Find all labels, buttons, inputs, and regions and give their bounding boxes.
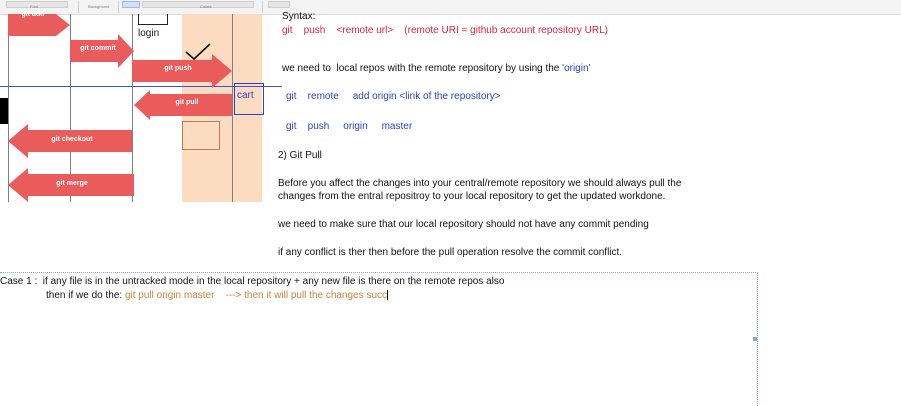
- ribbon-separator: [118, 1, 119, 13]
- git-push-label: git push: [164, 65, 192, 72]
- case1-line-1: Case 1 : if any file is in the untracked…: [0, 276, 505, 287]
- ribbon-separator: [78, 1, 79, 13]
- syntax-heading: Syntax:: [282, 11, 316, 22]
- git-add-label: git add: [21, 11, 45, 18]
- origin-keyword: 'origin': [562, 63, 591, 74]
- remote-add-command: git remote add origin <link of the repos…: [286, 91, 501, 102]
- ribbon-group-background-label: Background: [88, 4, 110, 9]
- git-pull-heading: 2) Git Pull: [278, 150, 322, 161]
- remote-intro-line: we need to local repos with the remote r…: [282, 63, 590, 74]
- login-box: [138, 14, 168, 25]
- ribbon-group-font-label: Font: [30, 4, 39, 9]
- text-cursor: [387, 290, 389, 301]
- git-merge-label: git merge: [56, 180, 88, 187]
- pull-origin-command: git pull origin master ---> then it will…: [124, 290, 388, 301]
- git-pull-label: git pull: [175, 99, 199, 106]
- pull-paragraph-line-2: changes from the entral repositroy to yo…: [278, 191, 666, 202]
- color-palette[interactable]: [142, 1, 254, 8]
- lane-line: [232, 14, 233, 202]
- git-commit-label: git commit: [80, 45, 116, 52]
- push-syntax-line: git push <remote url> (remote URI = gith…: [282, 25, 608, 36]
- case1-line-2: then if we do the: git pull origin maste…: [46, 290, 389, 301]
- push-origin-command: git push origin master: [286, 121, 413, 132]
- git-checkout-label: git checkout: [51, 136, 93, 143]
- resize-handle[interactable]: [753, 337, 757, 341]
- case1-prefix: then if we do the:: [46, 290, 125, 301]
- no-commit-pending-note: we need to make sure that our local repo…: [278, 219, 649, 230]
- login-label: login: [138, 28, 160, 39]
- ribbon-group-colors-label: Colors: [200, 4, 212, 9]
- file-box: [182, 121, 220, 150]
- ribbon-button[interactable]: [268, 1, 290, 8]
- cart-label: cart: [237, 90, 254, 101]
- conflict-note: if any conflict is ther then before the …: [278, 247, 623, 258]
- ribbon-color-button[interactable]: [122, 1, 140, 8]
- remote-intro-text: we need to local repos with the remote r…: [282, 63, 563, 74]
- pull-paragraph-line-1: Before you affect the changes into your …: [278, 178, 682, 189]
- ribbon-separator: [262, 1, 263, 13]
- black-block: [0, 98, 8, 124]
